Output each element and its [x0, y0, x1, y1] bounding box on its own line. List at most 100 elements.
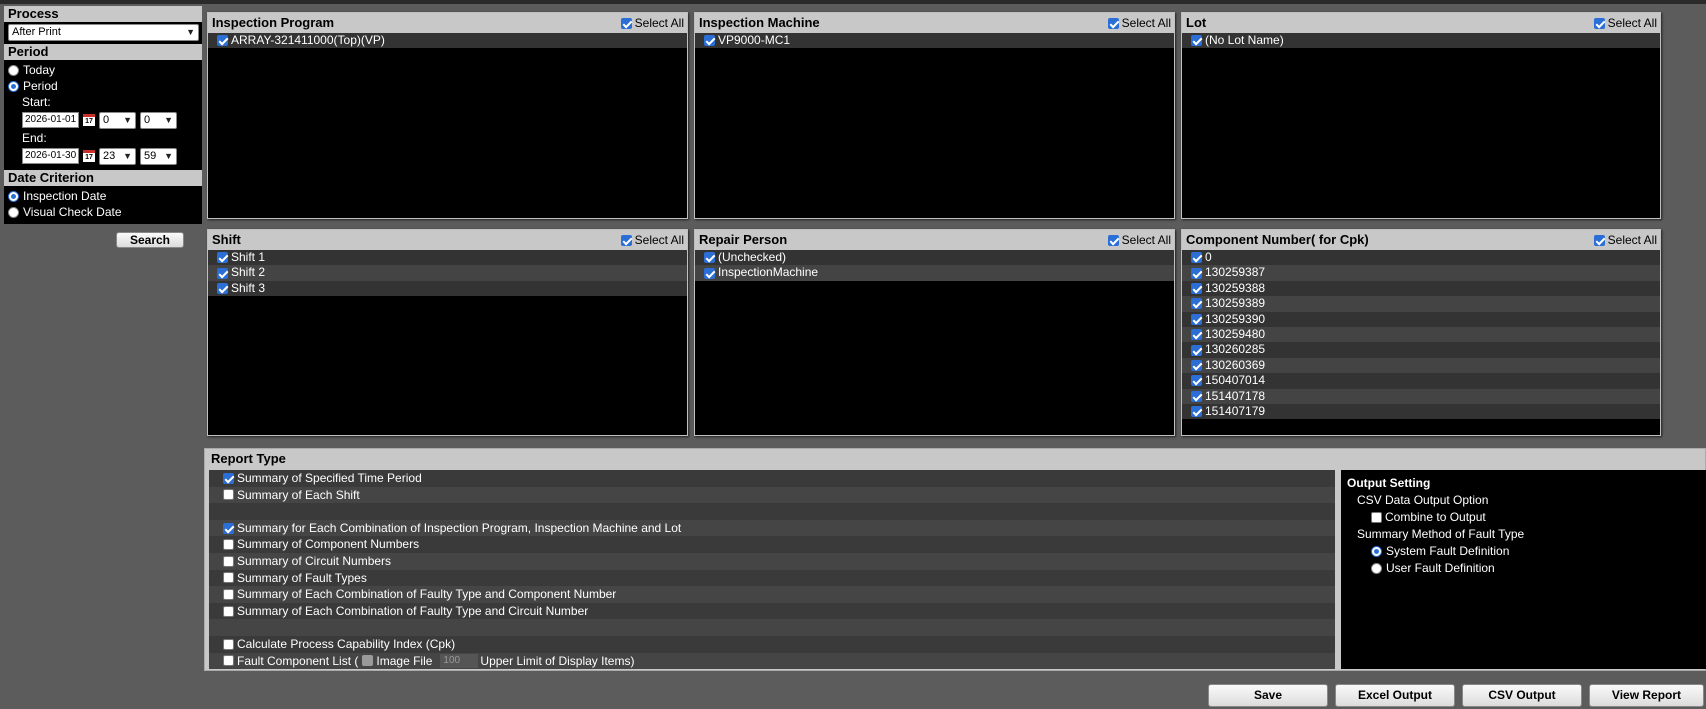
- criterion-option-visual-check-date[interactable]: Visual Check Date: [8, 204, 199, 220]
- checkbox-icon[interactable]: [1191, 252, 1202, 264]
- select-all-checkbox[interactable]: Select All: [1593, 230, 1657, 250]
- limit-input[interactable]: 100: [440, 653, 479, 668]
- checkbox-icon[interactable]: [1191, 375, 1202, 387]
- list-item[interactable]: VP9000-MC1: [695, 33, 1174, 49]
- excel-output-button[interactable]: Excel Output: [1335, 684, 1455, 707]
- process-select[interactable]: After Print ▼: [8, 24, 199, 41]
- list-item[interactable]: 130259390: [1182, 311, 1660, 327]
- checkbox-icon[interactable]: [223, 588, 234, 600]
- report-option[interactable]: Summary of Each Combination of Faulty Ty…: [209, 603, 1335, 620]
- csv-output-button[interactable]: CSV Output: [1462, 684, 1582, 707]
- save-button[interactable]: Save: [1208, 684, 1328, 707]
- checkbox-icon[interactable]: [1191, 298, 1202, 310]
- period-option-period[interactable]: Period: [8, 78, 199, 94]
- report-option[interactable]: Summary of Each Shift: [209, 486, 1335, 504]
- list-item[interactable]: 0: [1182, 250, 1660, 266]
- checkbox-icon[interactable]: [223, 605, 234, 617]
- checkbox-icon[interactable]: [704, 35, 715, 47]
- calendar-icon[interactable]: 17: [83, 150, 95, 162]
- checkbox-icon[interactable]: [1191, 313, 1202, 325]
- fault-option-user[interactable]: User Fault Definition: [1347, 560, 1701, 577]
- list-item[interactable]: InspectionMachine: [695, 265, 1174, 281]
- checkbox-icon[interactable]: [704, 267, 715, 279]
- end-date-input[interactable]: 2026-01-30: [22, 148, 79, 164]
- list-item[interactable]: 130260369: [1182, 357, 1660, 374]
- start-hour-select[interactable]: 0 ▼: [99, 111, 136, 129]
- select-all-checkbox[interactable]: Select All: [1593, 13, 1657, 33]
- checkbox-icon[interactable]: [1107, 234, 1119, 246]
- list-item[interactable]: 130260285: [1182, 342, 1660, 358]
- list-item[interactable]: 151407179: [1182, 403, 1660, 420]
- report-option[interactable]: Summary of Circuit Numbers: [209, 552, 1335, 570]
- fault-option-system[interactable]: System Fault Definition: [1347, 543, 1701, 560]
- checkbox-icon[interactable]: [1191, 282, 1202, 294]
- report-option[interactable]: Calculate Process Capability Index (Cpk): [209, 636, 1335, 653]
- checkbox-icon[interactable]: [1191, 344, 1202, 356]
- checkbox-icon[interactable]: [223, 539, 234, 551]
- report-option[interactable]: Summary of Specified Time Period: [209, 470, 1335, 487]
- radio-today[interactable]: [8, 64, 19, 76]
- select-all-checkbox[interactable]: Select All: [1107, 230, 1171, 250]
- checkbox-icon[interactable]: [217, 282, 228, 294]
- checkbox-icon[interactable]: [1371, 512, 1382, 523]
- checkbox-icon[interactable]: [1191, 35, 1202, 47]
- select-all-checkbox[interactable]: Select All: [620, 230, 684, 250]
- list-item[interactable]: 130259389: [1182, 296, 1660, 312]
- list-item[interactable]: Shift 1: [208, 250, 687, 266]
- radio-visual-check-date[interactable]: [8, 206, 19, 218]
- checkbox-icon[interactable]: [1191, 267, 1202, 279]
- select-all-checkbox[interactable]: Select All: [1107, 13, 1171, 33]
- end-minute-select[interactable]: 59 ▼: [140, 147, 177, 165]
- view-report-button[interactable]: View Report: [1589, 684, 1704, 707]
- period-option-today[interactable]: Today: [8, 62, 199, 78]
- list-item[interactable]: (No Lot Name): [1182, 33, 1660, 49]
- list-item[interactable]: 130259387: [1182, 265, 1660, 281]
- image-file-checkbox[interactable]: [362, 655, 374, 667]
- report-option[interactable]: Summary for Each Combination of Inspecti…: [209, 519, 1335, 537]
- report-option[interactable]: Summary of Component Numbers: [209, 536, 1335, 553]
- checkbox-icon[interactable]: [620, 17, 632, 29]
- calendar-icon[interactable]: 17: [83, 114, 95, 126]
- radio-inspection-date[interactable]: [8, 190, 19, 202]
- list-item[interactable]: ARRAY-321411000(Top)(VP): [208, 33, 687, 49]
- radio-user-fault[interactable]: [1371, 563, 1382, 574]
- checkbox-icon[interactable]: [1107, 17, 1119, 29]
- start-minute-select[interactable]: 0 ▼: [140, 111, 177, 129]
- checkbox-icon[interactable]: [217, 35, 228, 47]
- report-option[interactable]: Summary of Each Combination of Faulty Ty…: [209, 586, 1335, 603]
- checkbox-icon[interactable]: [704, 252, 715, 264]
- list-item[interactable]: 150407014: [1182, 373, 1660, 389]
- checkbox-icon[interactable]: [223, 572, 234, 584]
- list-item[interactable]: 151407178: [1182, 388, 1660, 404]
- checkbox-icon[interactable]: [223, 638, 234, 650]
- list-item[interactable]: Shift 2: [208, 265, 687, 281]
- combine-output-option[interactable]: Combine to Output: [1347, 509, 1701, 526]
- checkbox-icon[interactable]: [223, 655, 234, 667]
- radio-system-fault[interactable]: [1371, 546, 1382, 557]
- list-item[interactable]: 130259480: [1182, 326, 1660, 343]
- list-item[interactable]: Shift 3: [208, 280, 687, 297]
- checkbox-icon[interactable]: [223, 555, 234, 567]
- select-all-checkbox[interactable]: Select All: [620, 13, 684, 33]
- checkbox-icon[interactable]: [217, 267, 228, 279]
- radio-period[interactable]: [8, 80, 19, 92]
- search-button[interactable]: Search: [116, 232, 184, 248]
- checkbox-icon[interactable]: [1191, 359, 1202, 371]
- report-option[interactable]: Summary of Fault Types: [209, 570, 1335, 587]
- checkbox-icon[interactable]: [217, 252, 228, 264]
- list-item[interactable]: (Unchecked): [695, 250, 1174, 266]
- end-hour-select[interactable]: 23 ▼: [99, 147, 136, 165]
- checkbox-icon[interactable]: [620, 234, 632, 246]
- checkbox-icon[interactable]: [1191, 390, 1202, 402]
- checkbox-icon[interactable]: [1191, 406, 1202, 418]
- checkbox-icon[interactable]: [1191, 329, 1202, 341]
- report-option-fault-list[interactable]: Fault Component List ( Image File 100 Up…: [209, 652, 1335, 670]
- list-item[interactable]: 130259388: [1182, 280, 1660, 297]
- checkbox-icon[interactable]: [223, 489, 234, 501]
- checkbox-icon[interactable]: [1593, 234, 1605, 246]
- start-date-input[interactable]: 2026-01-01: [22, 112, 79, 128]
- checkbox-icon[interactable]: [223, 522, 234, 534]
- checkbox-icon[interactable]: [1593, 17, 1605, 29]
- criterion-option-inspection-date[interactable]: Inspection Date: [8, 188, 199, 204]
- checkbox-icon[interactable]: [223, 472, 234, 484]
